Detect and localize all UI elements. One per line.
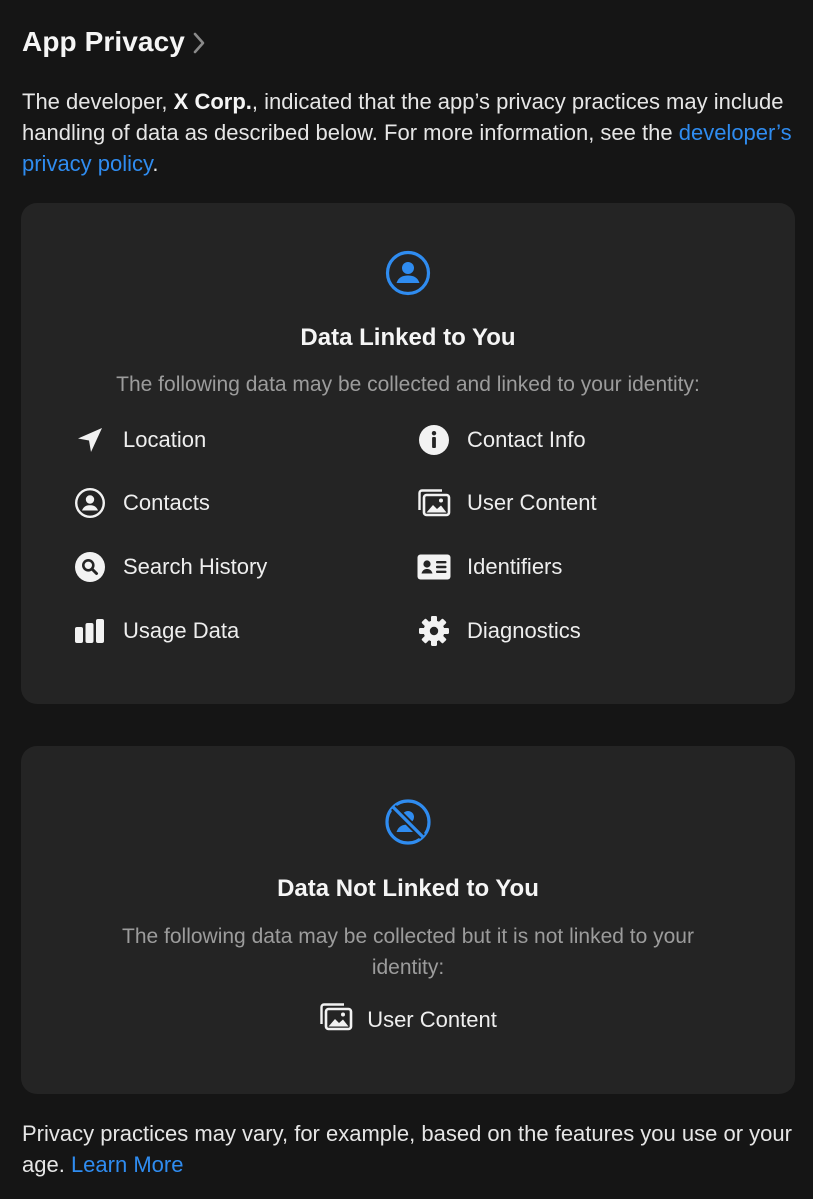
item-label: Contact Info [467, 427, 586, 452]
id-card-icon [417, 550, 451, 584]
gear-icon [417, 614, 451, 648]
item-label: Search History [123, 554, 268, 579]
data-not-linked-description: The following data may be collected but … [122, 925, 694, 979]
item-label: User Content [367, 1007, 497, 1032]
data-linked-title: Data Linked to You [300, 324, 516, 351]
footer-text: Privacy practices may vary, for example,… [22, 1118, 792, 1180]
item-label: User Content [467, 490, 597, 515]
developer-name: X Corp. [173, 89, 252, 114]
bar-chart-icon [73, 614, 107, 648]
app-privacy-header[interactable]: App Privacy [22, 26, 205, 58]
person-circle-icon [385, 250, 431, 301]
list-item-usage-data: Usage Data [73, 613, 239, 649]
search-circle-icon [73, 550, 107, 584]
data-linked-card: Data Linked to You The following data ma… [21, 203, 795, 704]
item-label: Identifiers [467, 554, 563, 579]
person-slash-icon [384, 798, 432, 851]
photos-icon [417, 486, 451, 520]
list-item-user-content: User Content [21, 1002, 795, 1038]
list-item-contacts: Contacts [73, 485, 210, 521]
chevron-right-icon [193, 32, 205, 54]
data-linked-description: The following data may be collected and … [116, 373, 700, 396]
data-not-linked-card: Data Not Linked to You The following dat… [21, 746, 795, 1094]
data-not-linked-title: Data Not Linked to You [277, 875, 539, 902]
list-item-diagnostics: Diagnostics [417, 613, 581, 649]
list-item-identifiers: Identifiers [417, 549, 562, 585]
item-label: Contacts [123, 490, 210, 515]
info-circle-icon [417, 423, 451, 457]
learn-more-link[interactable]: Learn More [71, 1152, 184, 1177]
photos-icon [319, 1002, 353, 1038]
list-item-location: Location [73, 422, 206, 458]
item-label: Diagnostics [467, 618, 581, 643]
item-label: Location [123, 427, 207, 452]
intro-suffix: . [152, 151, 159, 176]
person-circle-icon [73, 486, 107, 520]
page-title: App Privacy [22, 26, 185, 57]
intro-text: The developer, X Corp., indicated that t… [22, 86, 792, 179]
app-privacy-page: App Privacy The developer, X Corp., indi… [0, 0, 813, 1199]
location-arrow-icon [73, 423, 107, 457]
list-item-contact-info: Contact Info [417, 422, 586, 458]
item-label: Usage Data [123, 618, 240, 643]
list-item-user-content: User Content [417, 485, 597, 521]
intro-prefix: The developer, [22, 89, 174, 114]
list-item-search-history: Search History [73, 549, 267, 585]
